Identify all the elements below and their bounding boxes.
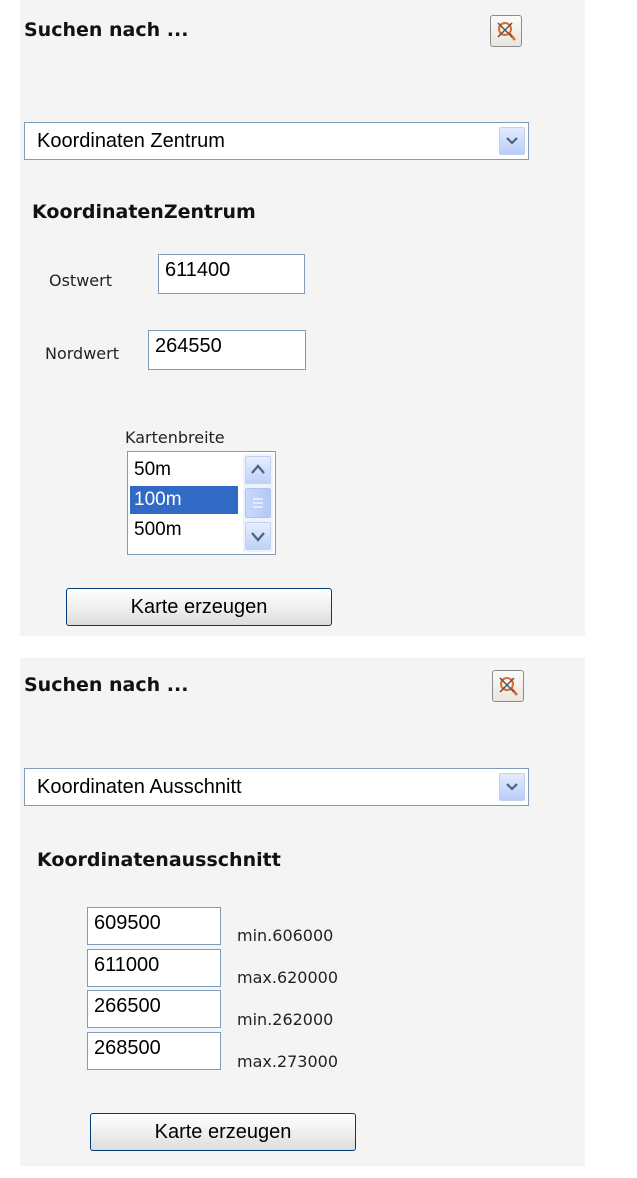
select-value: Koordinaten Ausschnitt <box>37 776 242 798</box>
search-panel-extent: Suchen nach ... Koordinaten Ausschnitt K… <box>20 658 585 1166</box>
right-gutter <box>585 0 637 636</box>
nordwert-label: Nordwert <box>45 344 119 363</box>
min-north-hint: min.262000 <box>237 1010 334 1029</box>
listbox-scrollbar[interactable] <box>243 454 273 552</box>
kartenbreite-label: Kartenbreite <box>125 428 225 447</box>
list-item[interactable]: 500m <box>130 516 238 544</box>
min-east-hint: min.606000 <box>237 926 334 945</box>
chevron-down-icon[interactable] <box>499 127 525 155</box>
nordwert-input[interactable]: 264550 <box>148 330 306 370</box>
panel-title: Suchen nach ... <box>24 19 189 41</box>
max-north-input[interactable]: 268500 <box>87 1032 221 1070</box>
list-item[interactable]: 50m <box>130 456 238 484</box>
create-map-button[interactable]: Karte erzeugen <box>90 1113 356 1151</box>
close-button[interactable] <box>490 15 522 47</box>
close-map-icon <box>499 677 518 696</box>
create-map-button[interactable]: Karte erzeugen <box>66 588 332 626</box>
close-map-icon <box>497 22 516 41</box>
scroll-down-icon[interactable] <box>245 522 271 550</box>
close-button[interactable] <box>492 670 524 702</box>
section-heading: KoordinatenZentrum <box>32 201 256 223</box>
section-heading: Koordinatenausschnitt <box>37 849 281 871</box>
min-east-input[interactable]: 609500 <box>87 907 221 945</box>
select-value: Koordinaten Zentrum <box>37 130 225 152</box>
search-type-select[interactable]: Koordinaten Zentrum <box>24 122 529 160</box>
max-north-hint: max.273000 <box>237 1052 339 1071</box>
scroll-thumb[interactable] <box>245 488 271 518</box>
chevron-down-icon[interactable] <box>499 773 525 801</box>
kartenbreite-listbox[interactable]: 50m 100m 500m <box>127 451 276 555</box>
max-east-hint: max.620000 <box>237 968 339 987</box>
search-panel-center: Suchen nach ... Koordinaten Zentrum Koor… <box>20 0 585 636</box>
ostwert-label: Ostwert <box>49 271 112 290</box>
max-east-input[interactable]: 611000 <box>87 949 221 987</box>
ostwert-input[interactable]: 611400 <box>158 254 305 294</box>
list-item-selected[interactable]: 100m <box>130 486 238 514</box>
scroll-up-icon[interactable] <box>245 456 271 484</box>
panel-title: Suchen nach ... <box>24 674 189 696</box>
search-type-select[interactable]: Koordinaten Ausschnitt <box>24 768 529 806</box>
min-north-input[interactable]: 266500 <box>87 990 221 1028</box>
